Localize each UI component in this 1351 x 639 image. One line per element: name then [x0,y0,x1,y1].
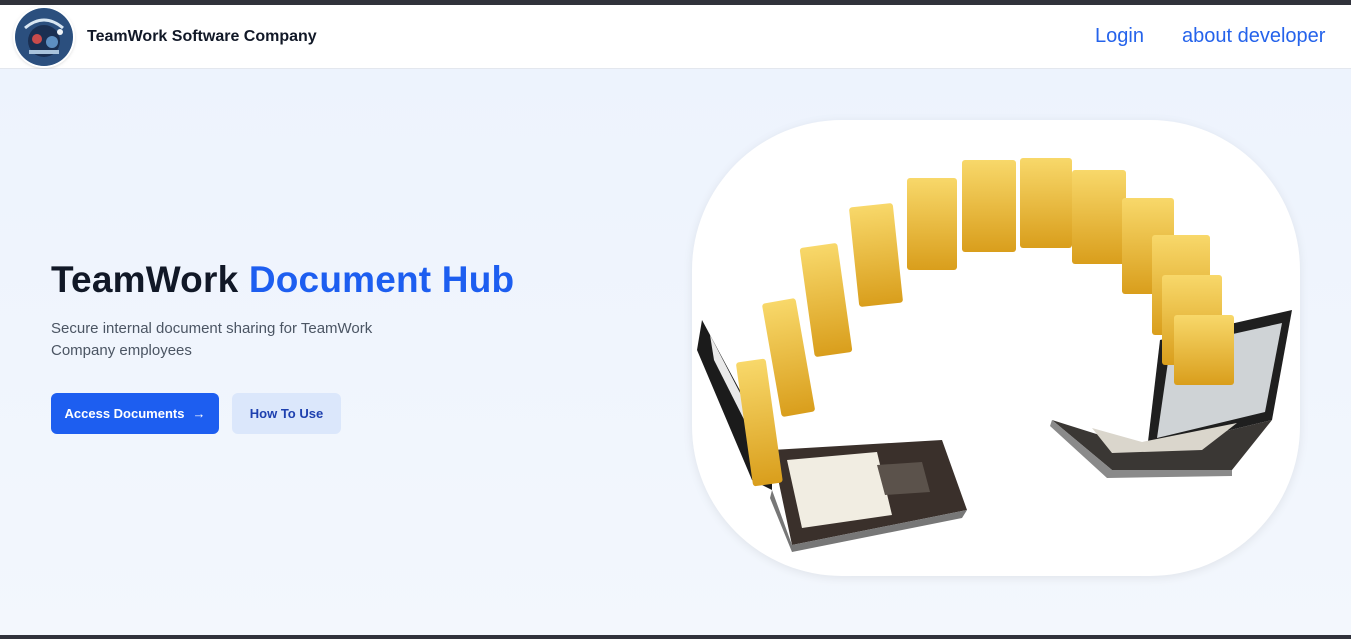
about-developer-link[interactable]: about developer [1182,25,1325,48]
navbar: TeamWork Software Company Login about de… [0,5,1351,69]
access-documents-button[interactable]: Access Documents → [51,393,219,434]
left-laptop [697,320,967,552]
hero-subtitle: Secure internal document sharing for Tea… [51,320,373,359]
hero-section: TeamWork Document Hub Secure internal do… [0,69,1351,635]
login-link[interactable]: Login [1095,25,1144,48]
brand-name: TeamWork Software Company [87,28,317,45]
access-documents-label: Access Documents [64,406,185,421]
bottom-window-strip [0,635,1351,639]
how-to-use-label: How To Use [249,406,324,421]
laptops-file-transfer-illustration [692,120,1300,576]
hero-title-accent: Document Hub [248,259,515,300]
arrow-right-icon: → [192,406,206,421]
hero-title-main: TeamWork [51,259,249,300]
company-logo-icon[interactable] [15,8,73,66]
hero-title: TeamWork Document Hub [51,259,514,301]
how-to-use-button[interactable]: How To Use [232,393,341,434]
